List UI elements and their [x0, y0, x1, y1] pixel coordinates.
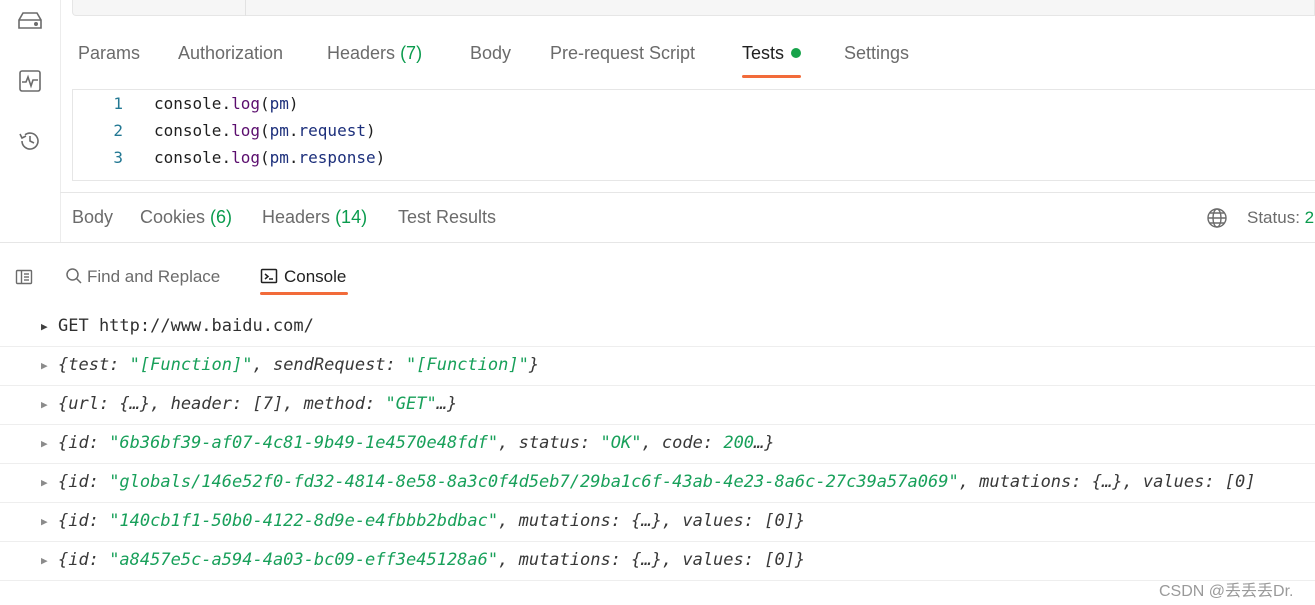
tab-headers[interactable]: Headers (7) [327, 40, 422, 78]
left-sidebar [0, 0, 61, 243]
code-object: console [154, 121, 222, 140]
tab-params[interactable]: Params [78, 40, 140, 78]
tab-body[interactable]: Body [470, 40, 511, 78]
log-entry[interactable]: ▶ {test: "[Function]", sendRequest: "[Fu… [0, 347, 1315, 386]
active-console-underline [260, 292, 348, 295]
search-icon [65, 267, 83, 291]
code-line: 2 console.log(pm.request) [73, 117, 375, 144]
find-and-replace-tab[interactable]: Find and Replace [65, 266, 220, 291]
log-text: {id: "a8457e5c-a594-4a03-bc09-eff3e45128… [58, 550, 806, 570]
tab-tests[interactable]: Tests [742, 40, 802, 78]
url-bar[interactable] [72, 0, 1315, 16]
status-label: Status: [1247, 208, 1300, 227]
log-text: GET http://www.baidu.com/ [58, 316, 314, 336]
tab-response-headers[interactable]: Headers (14) [262, 204, 367, 230]
code-arg-prop: request [298, 121, 366, 140]
code-arg-prop: response [298, 148, 376, 167]
expand-arrow-icon[interactable]: ▶ [41, 398, 48, 411]
tab-label: Authorization [178, 43, 284, 63]
code-function: log [231, 94, 260, 113]
code-line: 1 console.log(pm) [73, 90, 298, 117]
expand-arrow-icon[interactable]: ▶ [41, 476, 48, 489]
log-entry[interactable]: ▶ {id: "a8457e5c-a594-4a03-bc09-eff3e451… [0, 542, 1315, 581]
storage-icon[interactable] [17, 8, 43, 34]
globe-icon[interactable] [1206, 207, 1228, 229]
log-text: {url: {…}, header: [7], method: "GET"…} [58, 394, 458, 414]
log-text: {test: "[Function]", sendRequest: "[Func… [58, 355, 540, 375]
log-text: {id: "globals/146e52f0-fd32-4814-8e58-8a… [58, 472, 1256, 492]
log-entry[interactable]: ▶ {id: "140cb1f1-50b0-4122-8d9e-e4fbbb2b… [0, 503, 1315, 542]
console-tab[interactable]: Console [260, 266, 346, 291]
tab-pre-request-script[interactable]: Pre-request Script [550, 40, 695, 78]
tab-label: Test Results [398, 207, 497, 227]
sidebar-pane-icon[interactable] [15, 268, 33, 286]
find-label: Find and Replace [87, 267, 221, 286]
history-icon[interactable] [17, 128, 43, 154]
line-number: 3 [113, 148, 123, 167]
expand-arrow-icon[interactable]: ▶ [41, 359, 48, 372]
code-arg: pm [269, 121, 289, 140]
line-number: 2 [113, 121, 123, 140]
activity-icon[interactable] [17, 68, 43, 94]
code-object: console [154, 148, 222, 167]
tab-label: Params [78, 43, 141, 63]
code-arg: pm [269, 148, 289, 167]
response-status: Status: 2 [1247, 207, 1314, 229]
url-bar-divider [245, 0, 246, 16]
watermark: CSDN @丢丢丢Dr. [1159, 583, 1294, 600]
tab-authorization[interactable]: Authorization [178, 40, 283, 78]
code-function: log [231, 148, 260, 167]
log-text: {id: "6b36bf39-af07-4c81-9b49-1e4570e48f… [58, 433, 775, 453]
log-entry[interactable]: ▶ {id: "globals/146e52f0-fd32-4814-8e58-… [0, 464, 1315, 503]
tab-test-results[interactable]: Test Results [398, 204, 496, 230]
line-number: 1 [113, 94, 123, 113]
tab-label: Cookies [140, 207, 206, 227]
tab-label: Body [72, 207, 114, 227]
tab-response-body[interactable]: Body [72, 204, 113, 230]
tab-label: Headers [327, 43, 396, 63]
tab-count: (14) [335, 207, 368, 227]
log-entry[interactable]: ▶ GET http://www.baidu.com/ [0, 308, 1315, 347]
console-icon [260, 267, 278, 291]
expand-arrow-icon[interactable]: ▶ [41, 320, 48, 333]
tests-editor[interactable]: 1 console.log(pm) 2 console.log(pm.request… [72, 89, 1315, 181]
code-arg: pm [269, 94, 289, 113]
expand-arrow-icon[interactable]: ▶ [41, 437, 48, 450]
log-entry[interactable]: ▶ {url: {…}, header: [7], method: "GET"…… [0, 386, 1315, 425]
code-object: console [154, 94, 222, 113]
tests-indicator-dot [791, 48, 802, 58]
tab-cookies[interactable]: Cookies (6) [140, 204, 232, 230]
expand-arrow-icon[interactable]: ▶ [41, 554, 48, 567]
tab-label: Settings [844, 43, 910, 63]
console-divider [0, 242, 1315, 243]
console-label: Console [284, 267, 347, 286]
tab-count: (7) [400, 43, 423, 63]
code-line: 3 console.log(pm.response) [73, 144, 385, 171]
tab-label: Headers [262, 207, 331, 227]
section-divider [60, 192, 1315, 193]
tab-label: Tests [742, 43, 785, 63]
active-tab-underline [742, 75, 802, 78]
log-text: {id: "140cb1f1-50b0-4122-8d9e-e4fbbb2bdb… [58, 511, 806, 531]
status-code: 2 [1304, 208, 1315, 227]
log-entry[interactable]: ▶ {id: "6b36bf39-af07-4c81-9b49-1e4570e4… [0, 425, 1315, 464]
tab-count: (6) [210, 207, 233, 227]
code-function: log [231, 121, 260, 140]
tab-label: Pre-request Script [550, 43, 696, 63]
tab-settings[interactable]: Settings [844, 40, 909, 78]
tab-label: Body [470, 43, 512, 63]
expand-arrow-icon[interactable]: ▶ [41, 515, 48, 528]
